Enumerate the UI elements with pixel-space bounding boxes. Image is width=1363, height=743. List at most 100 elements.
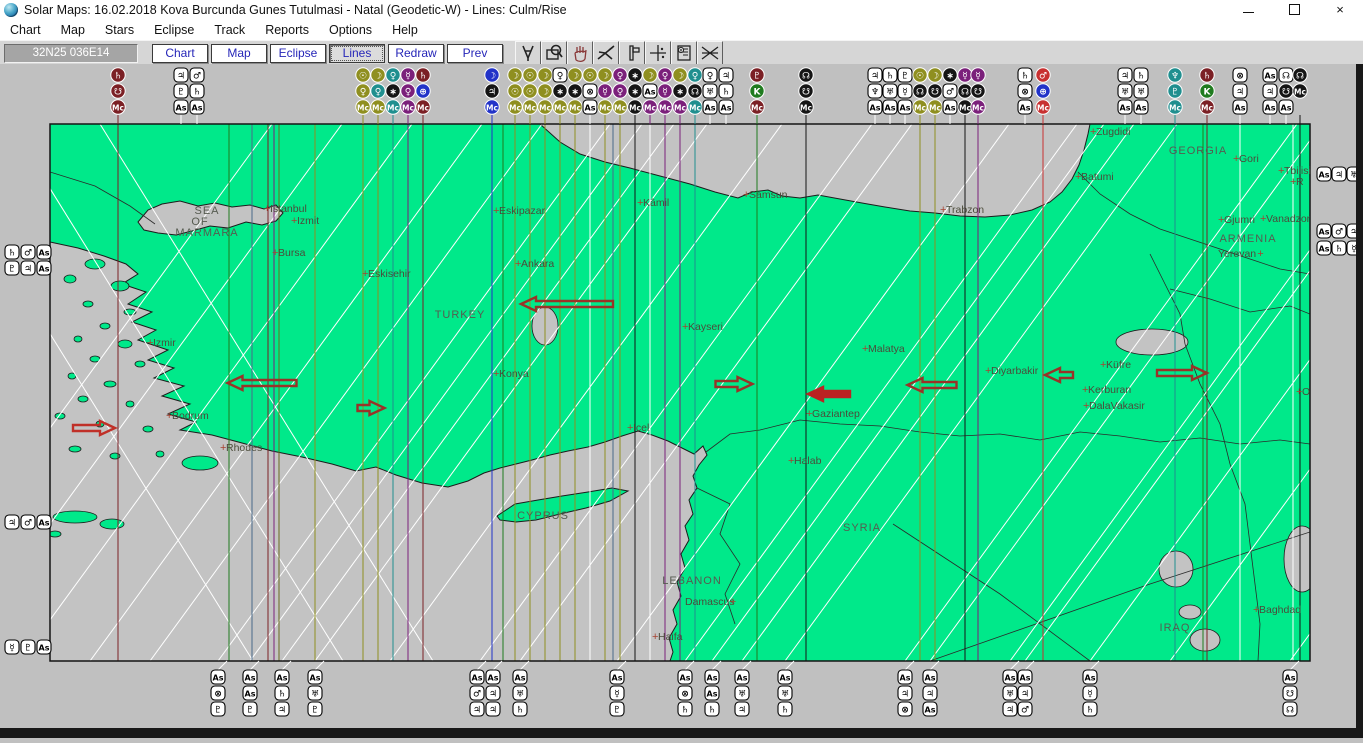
crosshair-icon[interactable] xyxy=(645,41,671,65)
chart-button[interactable]: Chart xyxy=(152,43,208,63)
planet-glyph: As xyxy=(612,674,623,683)
lake xyxy=(1158,550,1194,588)
stack-connector xyxy=(281,660,292,671)
planet-glyph: ⊗ xyxy=(1021,88,1029,98)
eclipse-button[interactable]: Eclipse xyxy=(270,43,326,63)
coordinates-display: 32N25 036E14 xyxy=(4,43,138,63)
planet-glyph: As xyxy=(1136,104,1147,113)
menu-map[interactable]: Map xyxy=(51,21,95,39)
toolbar: 32N25 036E14 Chart Map Eclipse Lines Redraw P… xyxy=(0,40,1363,66)
info-icon[interactable] xyxy=(671,41,697,65)
stack-connector xyxy=(784,660,795,671)
stack-connector xyxy=(217,660,228,671)
bottom-edge xyxy=(0,728,1363,738)
lines-toggle-icon[interactable] xyxy=(697,41,723,65)
planet-glyph: As xyxy=(585,104,596,113)
plane-icon[interactable] xyxy=(593,41,619,65)
planet-glyph: Mc xyxy=(599,104,611,113)
planet-glyph: ♅ xyxy=(1006,690,1014,700)
planet-glyph: As xyxy=(176,104,187,113)
menu-stars[interactable]: Stars xyxy=(95,21,144,39)
map-canvas[interactable]: SEA OF MARMARA TURKEY GEORGIA ARMENIA SYRIA LEB… xyxy=(0,64,1363,738)
planet-glyph: ☉ xyxy=(526,88,534,98)
planet-glyph: ☋ xyxy=(931,88,939,98)
pan-hand-icon[interactable] xyxy=(567,41,593,65)
planet-glyph: ☊ xyxy=(916,88,924,98)
planet-glyph: ☋ xyxy=(114,88,122,98)
planet-glyph: Mc xyxy=(486,104,498,113)
planet-glyph: ♄ xyxy=(419,72,427,82)
minimize-button[interactable] xyxy=(1225,0,1271,19)
map-button[interactable]: Map xyxy=(211,43,267,63)
toolbar-icon-buttons xyxy=(515,41,723,65)
planet-glyph: ♇ xyxy=(214,706,222,716)
planet-glyph: ♄ xyxy=(722,88,730,98)
planet-glyph: ☊ xyxy=(1296,72,1304,82)
planet-glyph: ♅ xyxy=(516,690,524,700)
planet-glyph: ♀ xyxy=(557,72,564,82)
planet-glyph: ♃ xyxy=(871,72,879,82)
planet-glyph: As xyxy=(645,88,656,97)
planet-glyph: As xyxy=(472,674,483,683)
planet-glyph: ♇ xyxy=(177,88,185,98)
planet-glyph: ∗ xyxy=(556,88,564,98)
menu-chart[interactable]: Chart xyxy=(0,21,51,39)
stack-connector xyxy=(476,660,487,671)
redraw-button[interactable]: Redraw xyxy=(388,43,444,63)
menu-help[interactable]: Help xyxy=(382,21,428,39)
planet-glyph: Mc xyxy=(659,104,671,113)
planet-glyph: ☿ xyxy=(602,88,608,98)
stack-connector xyxy=(492,660,503,671)
island xyxy=(99,322,111,330)
planet-glyph: ☽ xyxy=(931,72,939,82)
planet-glyph: ♄ xyxy=(278,690,286,700)
island xyxy=(117,339,133,349)
map-svg[interactable]: SEAOFMARMARATURKEYGEORGIAARMENIASYRIALEB… xyxy=(0,64,1363,738)
planet-glyph: ♆ xyxy=(871,88,879,98)
city-label: Haifa xyxy=(658,631,683,643)
lines-button[interactable]: Lines xyxy=(329,43,385,63)
planet-glyph: As xyxy=(870,104,881,113)
maximize-button[interactable] xyxy=(1271,0,1317,19)
city-label: DalaVakasir xyxy=(1089,400,1145,412)
planet-glyph: ♅ xyxy=(706,88,714,98)
planet-glyph: ☽ xyxy=(571,72,579,82)
planet-glyph: As xyxy=(707,690,718,699)
planet-glyph: ☉ xyxy=(511,88,519,98)
planet-glyph: ♇ xyxy=(901,72,909,82)
planet-glyph: As xyxy=(885,104,896,113)
marker-icon[interactable] xyxy=(619,41,645,65)
planet-glyph: ♇ xyxy=(246,706,254,716)
menu-options[interactable]: Options xyxy=(319,21,382,39)
planet-glyph: ☊ xyxy=(1282,72,1290,82)
planet-glyph: ♄ xyxy=(681,706,689,716)
planet-glyph: ⊕ xyxy=(1039,88,1047,98)
country-label: GEORGIA xyxy=(1169,145,1227,157)
menu-track[interactable]: Track xyxy=(204,21,255,39)
planet-glyph: ♄ xyxy=(1086,706,1094,716)
planet-glyph: ♆ xyxy=(1171,72,1179,82)
prev-button[interactable]: Prev xyxy=(447,43,503,63)
compass-icon[interactable] xyxy=(515,41,541,65)
planet-glyph: ☿ xyxy=(975,72,981,82)
planet-glyph: ♄ xyxy=(708,706,716,716)
country-label: SYRIA xyxy=(843,522,881,534)
zoom-icon[interactable] xyxy=(541,41,567,65)
menu-eclipse[interactable]: Eclipse xyxy=(144,21,204,39)
toolbar-buttons: Chart Map Eclipse Lines Redraw Prev xyxy=(152,43,503,63)
planet-glyph: ♀ xyxy=(692,72,699,82)
planet-glyph: ♃ xyxy=(489,706,497,716)
island xyxy=(63,274,77,284)
stack-connector xyxy=(616,660,627,671)
city-label: Baghdad xyxy=(1259,604,1301,616)
planet-glyph: As xyxy=(925,706,936,715)
planet-glyph: ♀ xyxy=(617,72,624,82)
planet-glyph: Mc xyxy=(959,104,971,113)
stack-connector xyxy=(1024,660,1035,671)
island xyxy=(110,280,130,292)
planet-glyph: ♃ xyxy=(1236,88,1244,98)
stack-connector xyxy=(1089,660,1100,671)
menu-reports[interactable]: Reports xyxy=(255,21,319,39)
country-label: TURKEY xyxy=(435,309,486,321)
close-button[interactable]: × xyxy=(1317,0,1363,19)
